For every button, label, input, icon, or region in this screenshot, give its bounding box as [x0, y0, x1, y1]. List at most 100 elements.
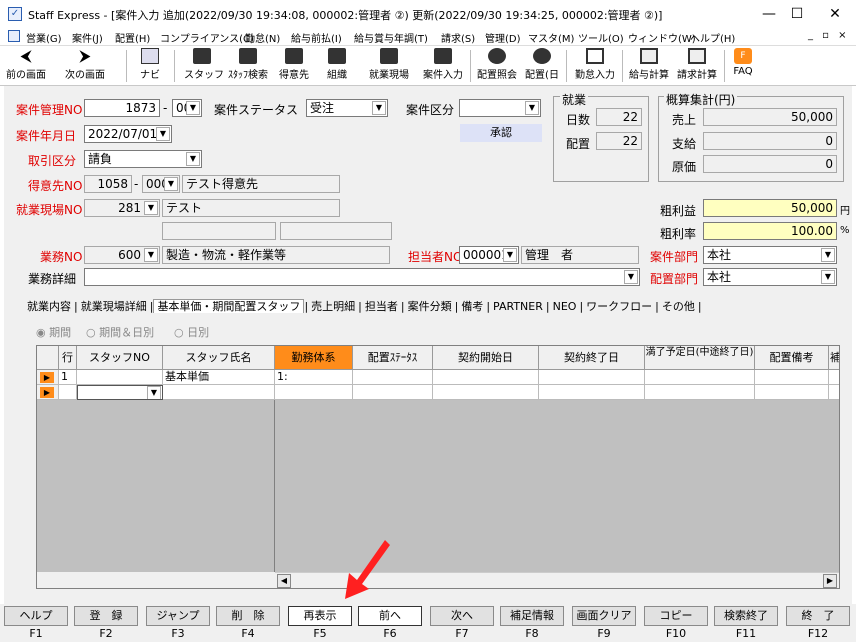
- minimize-button[interactable]: —: [754, 4, 784, 24]
- site-no-select[interactable]: 281 ▼: [84, 199, 160, 217]
- menu-master[interactable]: マスタ(M): [528, 30, 574, 45]
- fkey-f2-button[interactable]: 登 録: [74, 606, 138, 626]
- worksite-button[interactable]: 就業現場: [366, 48, 412, 84]
- detail-select[interactable]: ▼: [84, 268, 640, 286]
- prev-screen-button[interactable]: ⮜ 前の画面: [4, 48, 48, 84]
- tab-biko[interactable]: 備考: [458, 300, 486, 313]
- scroll-left-icon[interactable]: ◀: [277, 574, 291, 588]
- fkey-f5-button[interactable]: 再表示: [288, 606, 352, 626]
- next-screen-button[interactable]: ⮞ 次の画面: [62, 48, 108, 84]
- dept-select[interactable]: 本社 ▼: [703, 246, 837, 264]
- work-no-select[interactable]: 600 ▼: [84, 246, 160, 264]
- radio-hibetsu[interactable]: ○ 日別: [174, 324, 209, 340]
- fkey-f8-button[interactable]: 補足情報: [500, 606, 564, 626]
- tab-shugyo-naiyo[interactable]: 就業内容: [24, 300, 74, 313]
- fkey-f9-button[interactable]: 画面クリア: [572, 606, 636, 626]
- category-select[interactable]: ▼: [459, 99, 541, 117]
- fkey-f10-button[interactable]: コピー: [644, 606, 708, 626]
- tab-sonota[interactable]: その他: [659, 300, 698, 313]
- mdi-controls[interactable]: _ ▫ ×: [808, 30, 850, 41]
- menu-maebarai[interactable]: 給与前払(I): [291, 30, 342, 45]
- tab-kihon-tanka[interactable]: 基本単価・期間配置スタッフ: [153, 299, 305, 313]
- tab-workflow[interactable]: ワークフロー: [583, 300, 655, 313]
- menu-window[interactable]: ウィンドウ(W): [628, 30, 696, 45]
- client-button[interactable]: 得意先: [276, 48, 312, 84]
- staff-no-select[interactable]: 000001 ▼: [459, 246, 519, 264]
- cell-staff-no-select[interactable]: ▼: [77, 385, 163, 400]
- cell-end[interactable]: [539, 385, 645, 400]
- cell-end[interactable]: [539, 370, 645, 385]
- fkey-f1-button[interactable]: ヘルプ: [4, 606, 68, 626]
- cell-staff-name[interactable]: 基本単価: [163, 370, 275, 385]
- fkey-f6-button[interactable]: 前へ: [358, 606, 422, 626]
- cell-manryo[interactable]: [645, 370, 755, 385]
- menu-haichi[interactable]: 配置(H): [115, 30, 150, 45]
- org-button[interactable]: 組織: [322, 48, 352, 84]
- dash: -: [163, 101, 168, 115]
- staff-button[interactable]: スタッフ: [184, 48, 224, 84]
- radio-kikan-hibetsu[interactable]: ○ 期間＆日別: [86, 324, 154, 340]
- staff-icon: [193, 48, 211, 64]
- faq-button[interactable]: F FAQ: [728, 48, 758, 84]
- menu-compliance[interactable]: コンプライアンス(C): [160, 30, 254, 45]
- cell-haichi-status[interactable]: [353, 385, 433, 400]
- cell-staff-no[interactable]: [77, 370, 163, 385]
- trade-select[interactable]: 請負 ▼: [84, 150, 202, 168]
- menu-kanri[interactable]: 管理(D): [485, 30, 521, 45]
- client-no[interactable]: 1058: [84, 175, 132, 193]
- fkey-f12-button[interactable]: 終 了: [786, 606, 850, 626]
- cell-ho[interactable]: [829, 385, 839, 400]
- menu-help[interactable]: ヘルプ(H): [690, 30, 735, 45]
- tab-neo[interactable]: NEO: [550, 300, 580, 313]
- tab-tantosha[interactable]: 担当者: [362, 300, 401, 313]
- fkey-f4-button[interactable]: 削 除: [216, 606, 280, 626]
- cell-haichi-biko[interactable]: [755, 370, 829, 385]
- navi-button[interactable]: ナビ: [134, 48, 166, 84]
- client-branch-select[interactable]: 000 ▼: [142, 175, 180, 193]
- cell-staff-name[interactable]: [163, 385, 275, 400]
- case-input-button[interactable]: 案件入力: [420, 48, 466, 84]
- tab-uriage[interactable]: 売上明細: [308, 300, 358, 313]
- tab-partner[interactable]: PARTNER: [490, 300, 546, 313]
- radio-unchecked-icon: ○: [174, 326, 184, 339]
- row-selector[interactable]: ▶: [37, 385, 59, 400]
- cell-start[interactable]: [433, 370, 539, 385]
- fkey-f11-button[interactable]: 検索終了: [714, 606, 778, 626]
- cell-start[interactable]: [433, 385, 539, 400]
- menu-tool[interactable]: ツール(O): [578, 30, 624, 45]
- cell-haichi-status[interactable]: [353, 370, 433, 385]
- menu-seikyu[interactable]: 請求(S): [441, 30, 475, 45]
- date-select[interactable]: 2022/07/01 ▼: [84, 125, 172, 143]
- tab-genba-shosai[interactable]: 就業現場詳細: [78, 300, 150, 313]
- cell-ho[interactable]: [829, 370, 839, 385]
- placedept-select[interactable]: 本社 ▼: [703, 268, 837, 286]
- status-select[interactable]: 受注 ▼: [306, 99, 388, 117]
- menu-anken[interactable]: 案件(J): [72, 30, 103, 45]
- staff-search-button[interactable]: ｽﾀｯﾌ検索: [226, 48, 270, 84]
- scroll-right-icon[interactable]: ▶: [823, 574, 837, 588]
- cell-haichi-biko[interactable]: [755, 385, 829, 400]
- attendance-button[interactable]: 勤怠入力: [572, 48, 618, 84]
- billing-button[interactable]: 請求計算: [674, 48, 720, 84]
- case-branch-select[interactable]: 000▼: [172, 99, 202, 117]
- cell-kinmu[interactable]: [275, 385, 353, 400]
- menu-eigyo[interactable]: 営業(G): [26, 30, 62, 45]
- cell-gyo: 1: [59, 370, 77, 385]
- menu-kintai[interactable]: 勤怠(N): [245, 30, 280, 45]
- fkey-f7-button[interactable]: 次へ: [430, 606, 494, 626]
- staff-grid[interactable]: 行 スタッフNO スタッフ氏名 勤務体系 配置ｽﾃｰﾀｽ 契約開始日 契約終了日…: [36, 345, 840, 589]
- maximize-button[interactable]: ☐: [782, 4, 812, 24]
- placement-query-button[interactable]: 配置照会: [474, 48, 520, 84]
- menu-kyuyo[interactable]: 給与賞与年調(T): [354, 30, 428, 45]
- cell-manryo[interactable]: [645, 385, 755, 400]
- close-button[interactable]: ✕: [820, 4, 850, 24]
- case-no-input[interactable]: 1873: [84, 99, 160, 117]
- col-kinmu[interactable]: 勤務体系: [275, 346, 353, 370]
- radio-kikan[interactable]: ◉ 期間: [36, 324, 71, 340]
- fkey-f3-button[interactable]: ジャンプ: [146, 606, 210, 626]
- payroll-button[interactable]: 給与計算: [626, 48, 672, 84]
- cell-kinmu[interactable]: 1:: [275, 370, 353, 385]
- placement-day-button[interactable]: 配置(日: [522, 48, 562, 84]
- tab-bunrui[interactable]: 案件分類: [405, 300, 455, 313]
- row-selector[interactable]: ▶: [37, 370, 59, 385]
